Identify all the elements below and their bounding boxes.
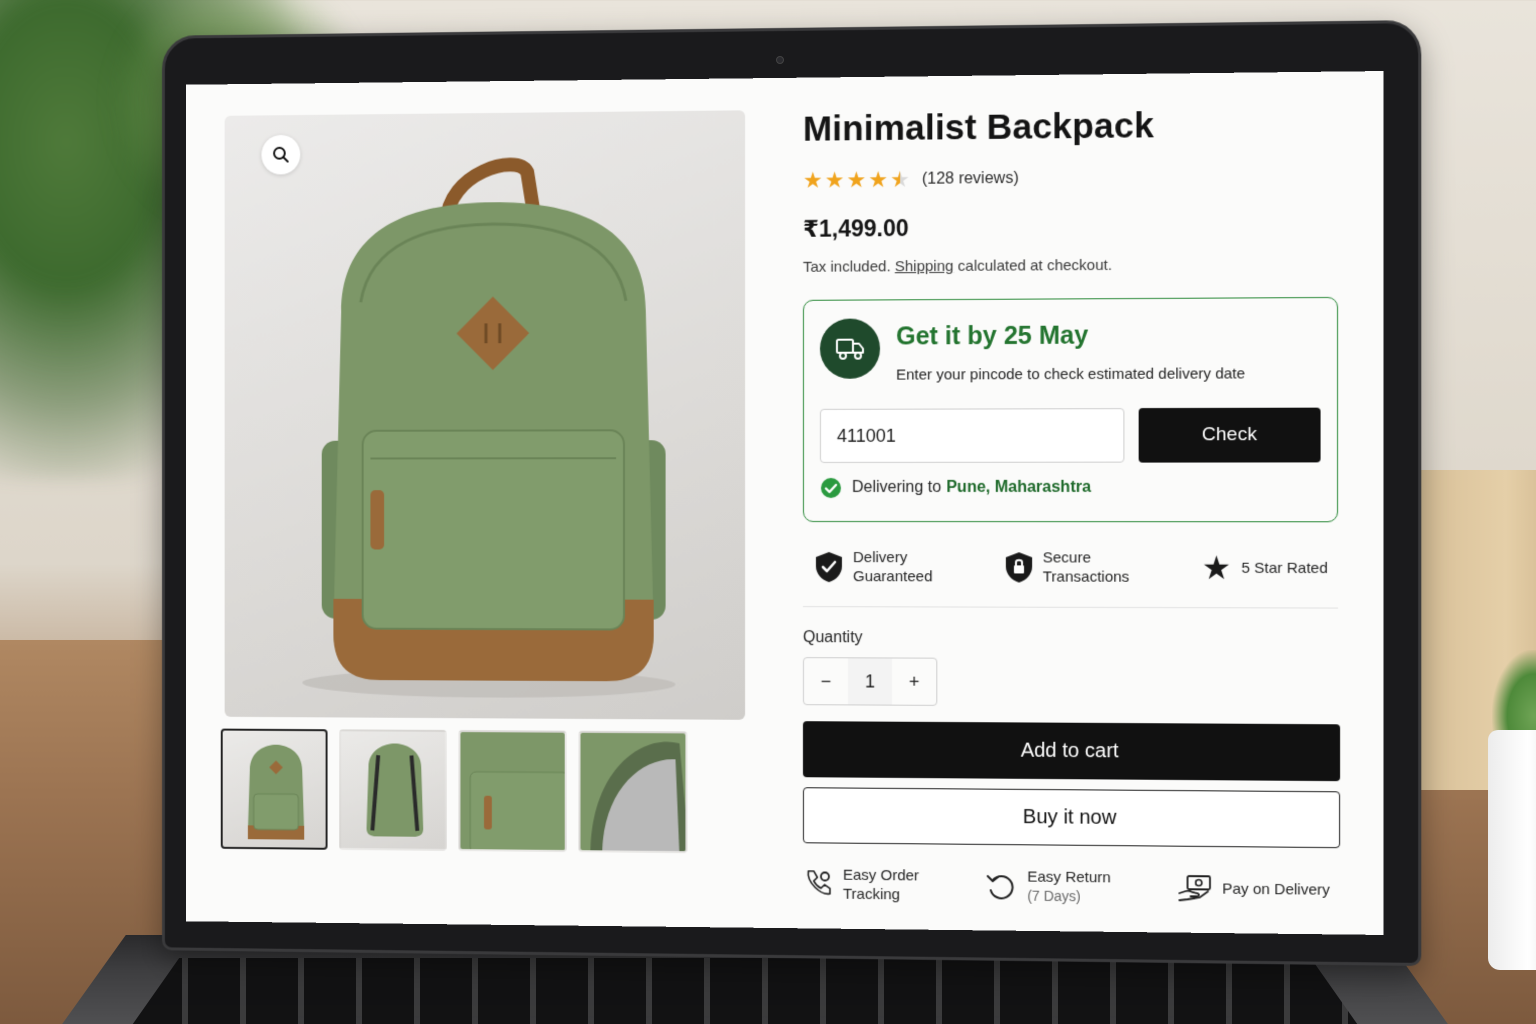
check-circle-icon [820, 477, 841, 498]
star-icon: ★ [868, 166, 889, 193]
feature-line1: Easy Order [842, 866, 920, 885]
badge-five-star: ★ 5 Star Rated [1202, 549, 1328, 588]
shield-lock-icon [1005, 552, 1032, 583]
tax-prefix: Tax included. [802, 258, 895, 276]
backpack-illustration [302, 110, 676, 699]
zoom-button[interactable] [261, 134, 301, 175]
delivery-city: Pune, Maharashtra [946, 478, 1091, 496]
return-icon [985, 870, 1017, 903]
trust-badges: Delivery Guaranteed Secure Transactions ★ … [802, 548, 1339, 609]
quantity-stepper: − 1 + [802, 657, 938, 706]
badge-secure-transactions: Secure Transactions [1004, 548, 1129, 587]
delivery-heading: Get it by 25 May [896, 321, 1089, 351]
star-rating: ★ ★ ★ ★ ★ [802, 166, 910, 193]
truck-icon [835, 336, 865, 362]
badge-line1: Delivery [852, 549, 908, 567]
feature-easy-return: Easy Return (7 Days) [985, 867, 1111, 907]
cash-icon [1177, 873, 1212, 904]
tax-note: Tax included. Shipping calculated at che… [803, 255, 1350, 276]
feature-line2: (7 Days) [1027, 887, 1081, 905]
thumbnail-front-image [247, 744, 305, 840]
badge-line2: Transactions [1042, 568, 1130, 586]
main-product-image[interactable] [224, 110, 746, 720]
product-price: ₹1,499.00 [802, 214, 909, 242]
tax-suffix: calculated at checkout. [953, 256, 1113, 275]
badge-line1: Secure [1042, 549, 1091, 567]
check-button[interactable]: Check [1138, 407, 1321, 463]
shield-check-icon [815, 552, 842, 583]
feature-line1: Pay on Delivery [1222, 879, 1330, 899]
service-features: Easy Order Tracking Easy Return (7 Days) P… [803, 865, 1330, 909]
delivery-estimate-card: Get it by 25 May Enter your pincode to c… [802, 296, 1339, 523]
thumbnail-interior-image [580, 732, 688, 854]
magnifier-icon [272, 146, 289, 164]
product-title: Minimalist Backpack [802, 105, 1155, 149]
decrement-button[interactable]: − [804, 658, 848, 704]
webcam [776, 56, 784, 64]
star-icon: ★ [1201, 549, 1232, 587]
delivery-subtext: Enter your pincode to check estimated de… [896, 365, 1246, 384]
star-icon: ★ [824, 167, 845, 193]
reviews-count[interactable]: (128 reviews) [922, 170, 1019, 189]
product-info: Minimalist Backpack ★ ★ ★ ★ ★ (128 revie… [802, 104, 1350, 909]
star-icon: ★ [802, 167, 823, 193]
thumbnail-back-image [341, 743, 447, 851]
increment-button[interactable]: + [892, 658, 936, 704]
feature-pay-on-delivery: Pay on Delivery [1177, 869, 1330, 909]
badge-delivery-guaranteed: Delivery Guaranteed [815, 548, 933, 586]
pincode-input[interactable] [819, 408, 1125, 463]
rating-row[interactable]: ★ ★ ★ ★ ★ (128 reviews) [802, 165, 1350, 193]
thumbnail-detail[interactable] [458, 730, 567, 853]
thumbnail-back[interactable] [339, 729, 447, 851]
delivery-status-prefix: Delivering to [851, 478, 942, 496]
background-pot [1488, 730, 1536, 970]
star-icon: ★ [846, 167, 867, 193]
half-star-icon: ★ [890, 166, 910, 193]
shipping-link[interactable]: Shipping [895, 258, 954, 275]
quantity-label: Quantity [802, 629, 863, 647]
tracking-icon [803, 868, 833, 900]
product-page: Minimalist Backpack ★ ★ ★ ★ ★ (128 revie… [185, 71, 1384, 935]
quantity-value[interactable]: 1 [847, 658, 893, 705]
thumbnail-detail-image [460, 732, 567, 853]
laptop-keyboard [130, 958, 1360, 1024]
thumbnail-front[interactable] [220, 728, 328, 850]
truck-icon-badge [819, 318, 881, 379]
thumbnail-strip [220, 728, 688, 854]
feature-line1: Easy Return [1027, 868, 1111, 887]
badge-line1: 5 Star Rated [1241, 559, 1328, 577]
feature-line2: Tracking [842, 885, 901, 904]
feature-order-tracking: Easy Order Tracking [803, 865, 919, 904]
delivery-status: Delivering to Pune, Maharashtra [820, 477, 1091, 499]
buy-now-button[interactable]: Buy it now [802, 787, 1341, 849]
badge-line2: Guaranteed [852, 568, 933, 586]
thumbnail-interior[interactable] [578, 730, 688, 854]
add-to-cart-button[interactable]: Add to cart [802, 721, 1341, 782]
